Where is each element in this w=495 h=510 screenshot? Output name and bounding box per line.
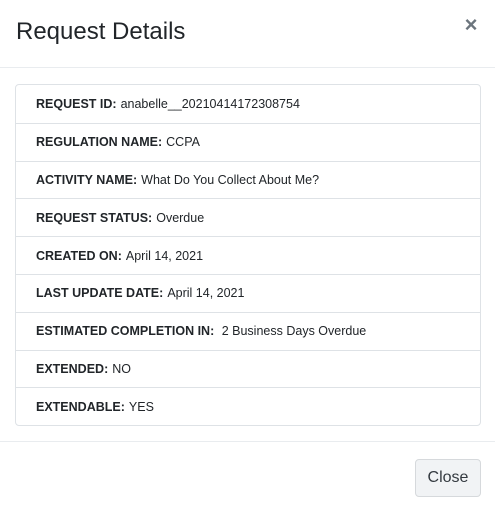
detail-value: April 14, 2021: [125, 248, 204, 263]
detail-activity-name: ACTIVITY NAME: What Do You Collect About…: [16, 160, 480, 199]
detail-value: NO: [112, 361, 131, 376]
detail-estimated-completion: ESTIMATED COMPLETION IN: 2 Business Days…: [16, 311, 480, 350]
detail-value: CCPA: [166, 135, 200, 150]
detail-regulation-name: REGULATION NAME: CCPA: [16, 122, 480, 161]
detail-label: REGULATION NAME:: [36, 135, 163, 150]
detail-label: LAST UPDATE DATE:: [36, 286, 164, 301]
modal-footer: Close: [0, 441, 495, 510]
detail-label: ACTIVITY NAME:: [36, 172, 138, 187]
detail-value: What Do You Collect About Me?: [141, 172, 320, 187]
detail-value: YES: [128, 399, 154, 414]
modal-body: REQUEST ID: anabelle__20210414172308754 …: [15, 84, 481, 427]
detail-extendable: EXTENDABLE: YES: [16, 387, 480, 425]
modal-title: Request Details: [16, 18, 186, 45]
modal-header: Request Details ×: [0, 0, 495, 68]
detail-value: April 14, 2021: [167, 286, 245, 301]
detail-label: ESTIMATED COMPLETION IN:: [36, 324, 215, 339]
detail-label: CREATED ON:: [36, 248, 122, 263]
detail-extended: EXTENDED: NO: [16, 349, 480, 388]
request-details-modal: Request Details × REQUEST ID: anabelle__…: [0, 0, 495, 510]
detail-created-on: CREATED ON: April 14, 2021: [16, 236, 480, 274]
detail-label: REQUEST STATUS:: [36, 210, 153, 225]
detail-last-update-date: LAST UPDATE DATE: April 14, 2021: [16, 273, 480, 312]
close-button[interactable]: Close: [415, 459, 481, 497]
close-icon[interactable]: ×: [461, 14, 481, 38]
detail-label: REQUEST ID:: [36, 96, 117, 111]
detail-request-id: REQUEST ID: anabelle__20210414172308754: [16, 85, 480, 123]
detail-request-status: REQUEST STATUS: Overdue: [16, 198, 480, 236]
detail-value: anabelle__20210414172308754: [120, 96, 300, 111]
detail-label: EXTENDABLE:: [36, 399, 125, 414]
detail-value: Overdue: [156, 210, 205, 225]
detail-value: 2 Business Days Overdue: [218, 324, 367, 339]
details-list: REQUEST ID: anabelle__20210414172308754 …: [15, 84, 481, 427]
detail-label: EXTENDED:: [36, 361, 109, 376]
